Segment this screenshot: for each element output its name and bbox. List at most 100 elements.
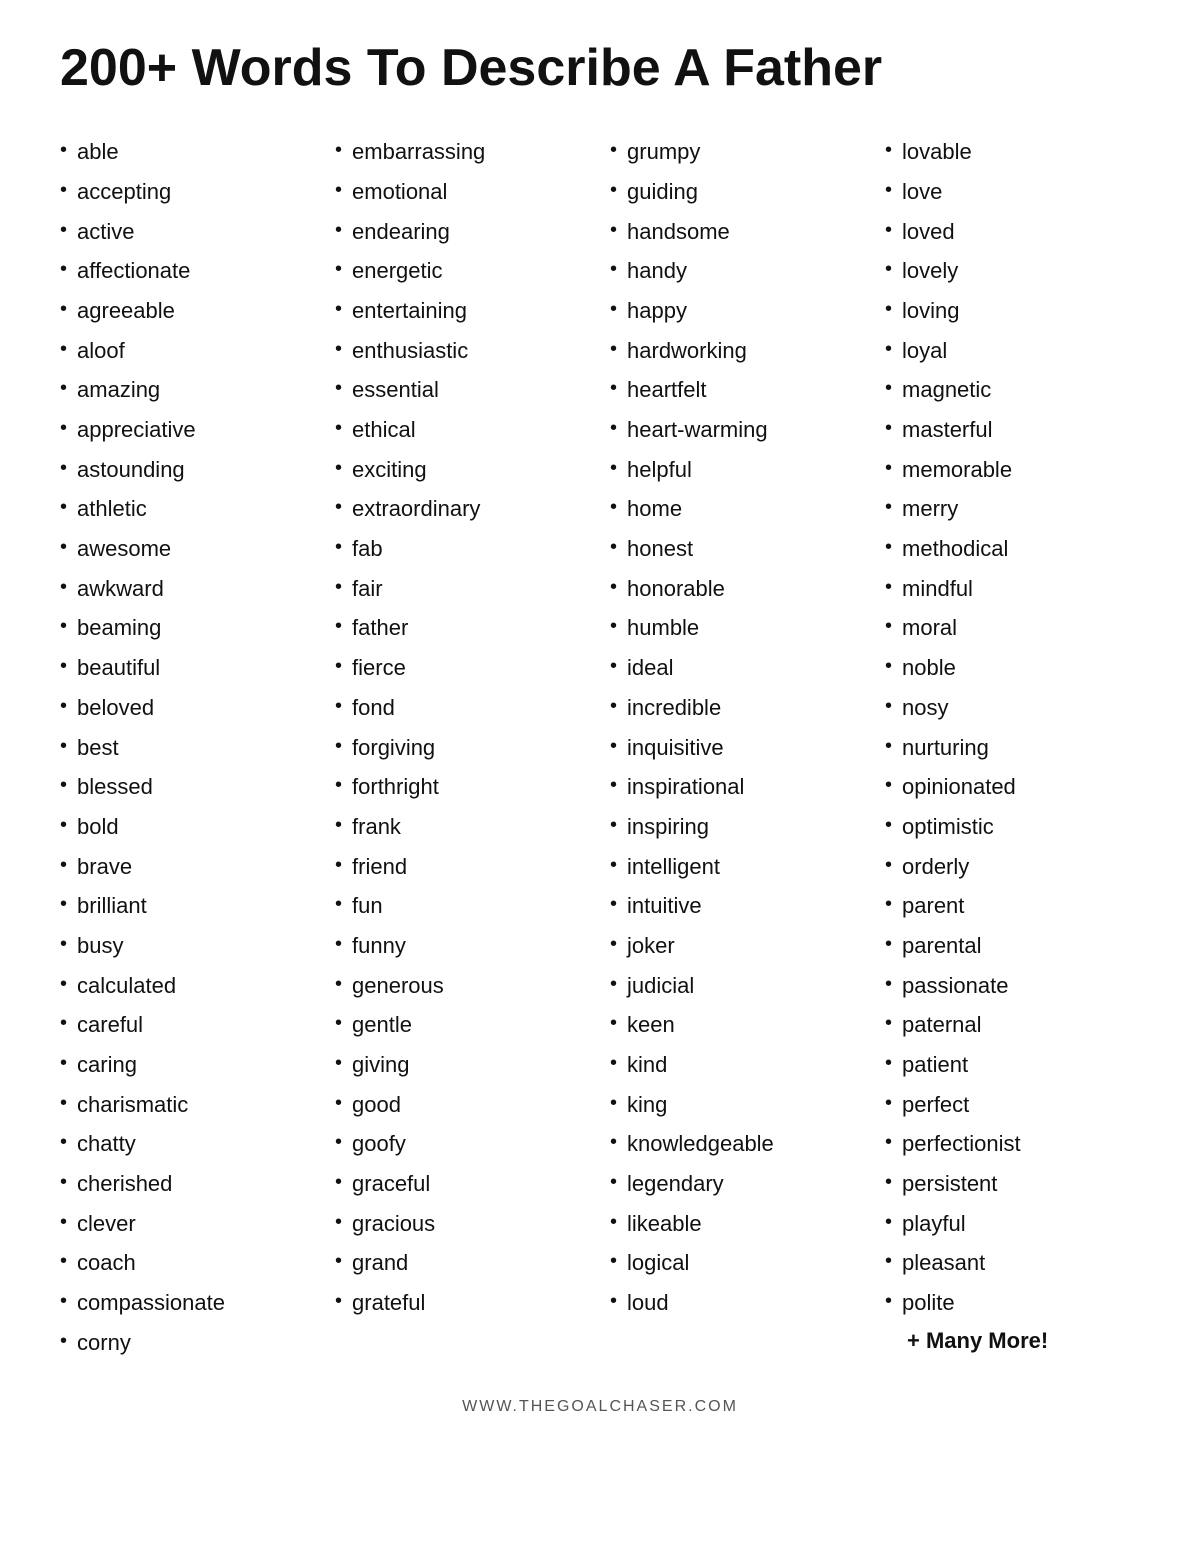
bullet-icon: • [335,812,342,839]
bullet-icon: • [60,653,67,680]
bullet-icon: • [885,971,892,998]
word-text: athletic [77,494,147,524]
list-item: •clever [60,1209,315,1239]
word-text: frank [352,812,401,842]
list-item: •athletic [60,494,315,524]
bullet-icon: • [60,772,67,799]
list-item: •parent [885,891,1140,921]
list-item: •likeable [610,1209,865,1239]
word-text: opinionated [902,772,1016,802]
word-column-2: •grumpy•guiding•handsome•handy•happy•har… [610,137,865,1367]
word-text: playful [902,1209,966,1239]
word-text: fair [352,574,383,604]
list-item: •chatty [60,1129,315,1159]
word-text: aloof [77,336,125,366]
bullet-icon: • [885,1090,892,1117]
list-item: • blessed [60,772,315,802]
word-text: brave [77,852,132,882]
list-item: •honest [610,534,865,564]
list-item: •intelligent [610,852,865,882]
word-text: hardworking [627,336,747,366]
words-grid: •able•accepting•active•affectionate•agre… [60,137,1140,1367]
list-item: •beaming [60,613,315,643]
word-text: kind [627,1050,667,1080]
word-text: parent [902,891,964,921]
bullet-icon: • [335,375,342,402]
word-text: energetic [352,256,443,286]
list-item: •awesome [60,534,315,564]
word-text: loved [902,217,955,247]
list-item: •methodical [885,534,1140,564]
list-item: •brilliant [60,891,315,921]
word-text: likeable [627,1209,702,1239]
bullet-icon: • [335,217,342,244]
list-item: •embarrassing [335,137,590,167]
list-item: •polite [885,1288,1140,1318]
list-item: •logical [610,1248,865,1278]
bullet-icon: • [885,693,892,720]
bullet-icon: • [60,1328,67,1355]
page-title: 200+ Words To Describe A Father [60,40,1140,97]
bullet-icon: • [885,455,892,482]
bullet-icon: • [885,1010,892,1037]
bullet-icon: • [335,574,342,601]
bullet-icon: • [60,852,67,879]
word-text: embarrassing [352,137,485,167]
bullet-icon: • [610,931,617,958]
word-text: heartfelt [627,375,707,405]
word-text: polite [902,1288,955,1318]
word-text: emotional [352,177,447,207]
list-item: •awkward [60,574,315,604]
bullet-icon: • [610,455,617,482]
word-text: inspirational [627,772,744,802]
list-item: • endearing [335,217,590,247]
bullet-icon: • [60,455,67,482]
list-item: •loved [885,217,1140,247]
list-item: •mindful [885,574,1140,604]
list-item: •pleasant [885,1248,1140,1278]
word-text: beloved [77,693,154,723]
list-item: •appreciative [60,415,315,445]
word-text: perfectionist [902,1129,1021,1159]
list-item: •lovable [885,137,1140,167]
bullet-icon: • [60,375,67,402]
bullet-icon: • [885,574,892,601]
word-text: blessed [77,772,153,802]
more-words-text: + Many More! [907,1328,1140,1354]
list-item: •passionate [885,971,1140,1001]
word-text: extraordinary [352,494,480,524]
bullet-icon: • [610,653,617,680]
list-item: •nosy [885,693,1140,723]
word-text: astounding [77,455,185,485]
word-column-3: •lovable•love•loved•lovely•loving•loyal•… [885,137,1140,1367]
list-item: •agreeable [60,296,315,326]
word-text: persistent [902,1169,997,1199]
list-item: •masterful [885,415,1140,445]
bullet-icon: • [885,613,892,640]
bullet-icon: • [335,415,342,442]
word-text: orderly [902,852,969,882]
bullet-icon: • [60,613,67,640]
word-text: parental [902,931,982,961]
word-text: joker [627,931,675,961]
word-text: appreciative [77,415,196,445]
bullet-icon: • [610,1288,617,1315]
word-text: humble [627,613,699,643]
word-text: endearing [352,217,450,247]
list-item: •aloof [60,336,315,366]
list-item: •giving [335,1050,590,1080]
bullet-icon: • [885,1248,892,1275]
bullet-icon: • [885,931,892,958]
bullet-icon: • [610,891,617,918]
bullet-icon: • [335,336,342,363]
word-text: heart-warming [627,415,768,445]
bullet-icon: • [335,772,342,799]
list-item: •perfectionist [885,1129,1140,1159]
word-text: compassionate [77,1288,225,1318]
list-item: •cherished [60,1169,315,1199]
word-text: cherished [77,1169,172,1199]
bullet-icon: • [60,1288,67,1315]
word-text: logical [627,1248,689,1278]
list-item: • brave [60,852,315,882]
bullet-icon: • [335,852,342,879]
